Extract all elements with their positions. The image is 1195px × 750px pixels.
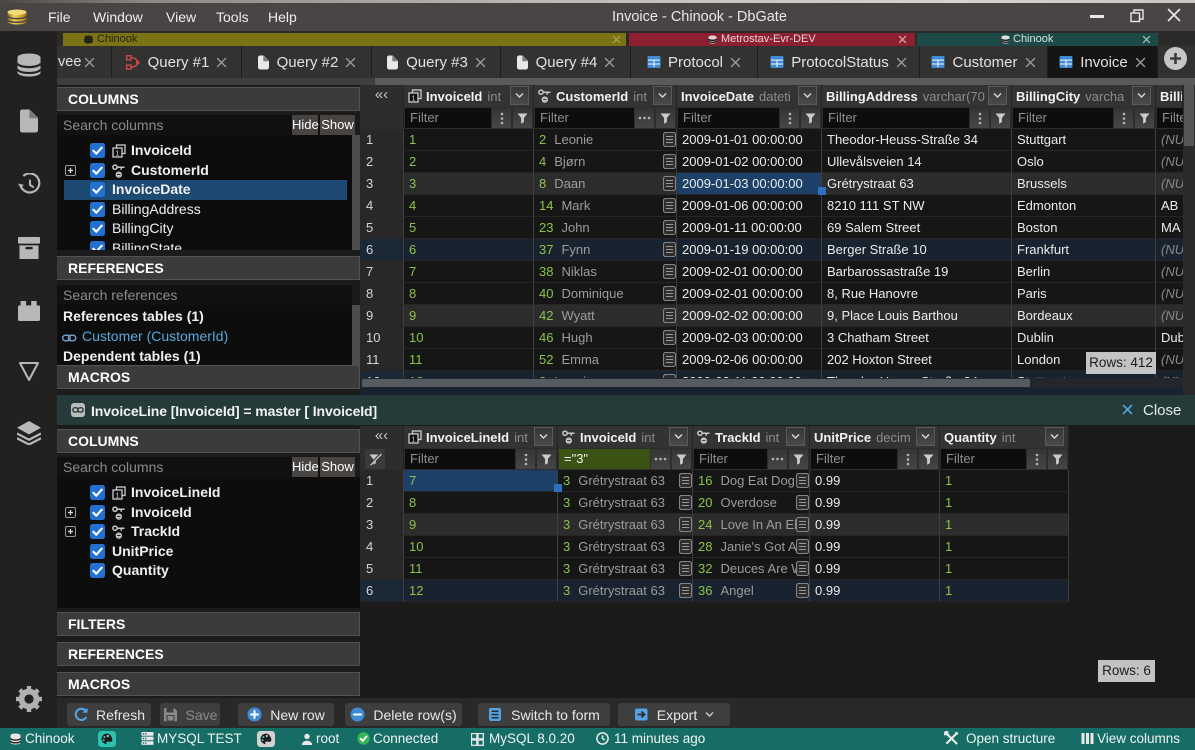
svg-text:1: 1: [115, 490, 119, 499]
svg-text:1: 1: [411, 93, 415, 102]
svg-text:1: 1: [411, 434, 415, 443]
svg-text:1: 1: [115, 148, 119, 157]
